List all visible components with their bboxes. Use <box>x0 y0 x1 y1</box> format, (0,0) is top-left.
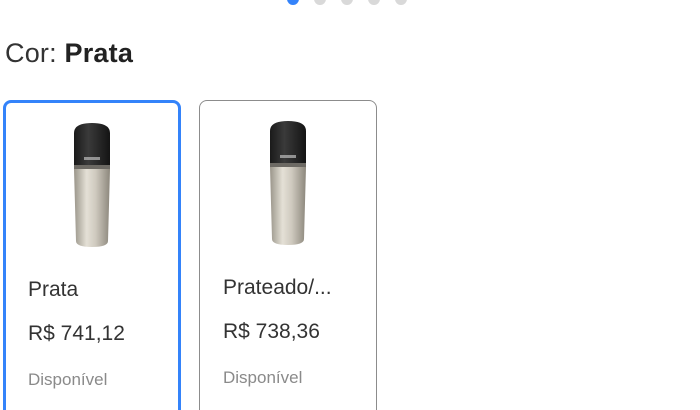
carousel-dot[interactable] <box>395 0 407 5</box>
microphone-image <box>270 121 306 245</box>
color-selected-value: Prata <box>64 38 134 68</box>
variant-name: Prata <box>28 278 79 301</box>
color-selector-label: Cor: Prata <box>5 38 133 69</box>
variant-card-prata[interactable]: Prata R$ 741,12 Disponível <box>3 100 181 410</box>
color-label-prefix: Cor: <box>5 38 65 68</box>
variant-price: R$ 738,36 <box>223 320 320 343</box>
variant-availability: Disponível <box>223 368 303 387</box>
carousel-dot[interactable] <box>341 0 353 5</box>
carousel-pagination <box>287 0 407 5</box>
variant-name: Prateado/... <box>223 276 332 299</box>
variant-card-prateado[interactable]: Prateado/... R$ 738,36 Disponível <box>199 100 377 410</box>
carousel-dot[interactable] <box>368 0 380 5</box>
microphone-image <box>74 123 110 247</box>
carousel-dot-active[interactable] <box>287 0 299 5</box>
carousel-dot[interactable] <box>314 0 326 5</box>
color-variant-section: Cor: Prata Prata R$ 741,12 Disponível Pr… <box>0 0 700 410</box>
variant-availability: Disponível <box>28 370 108 389</box>
variant-price: R$ 741,12 <box>28 322 125 345</box>
